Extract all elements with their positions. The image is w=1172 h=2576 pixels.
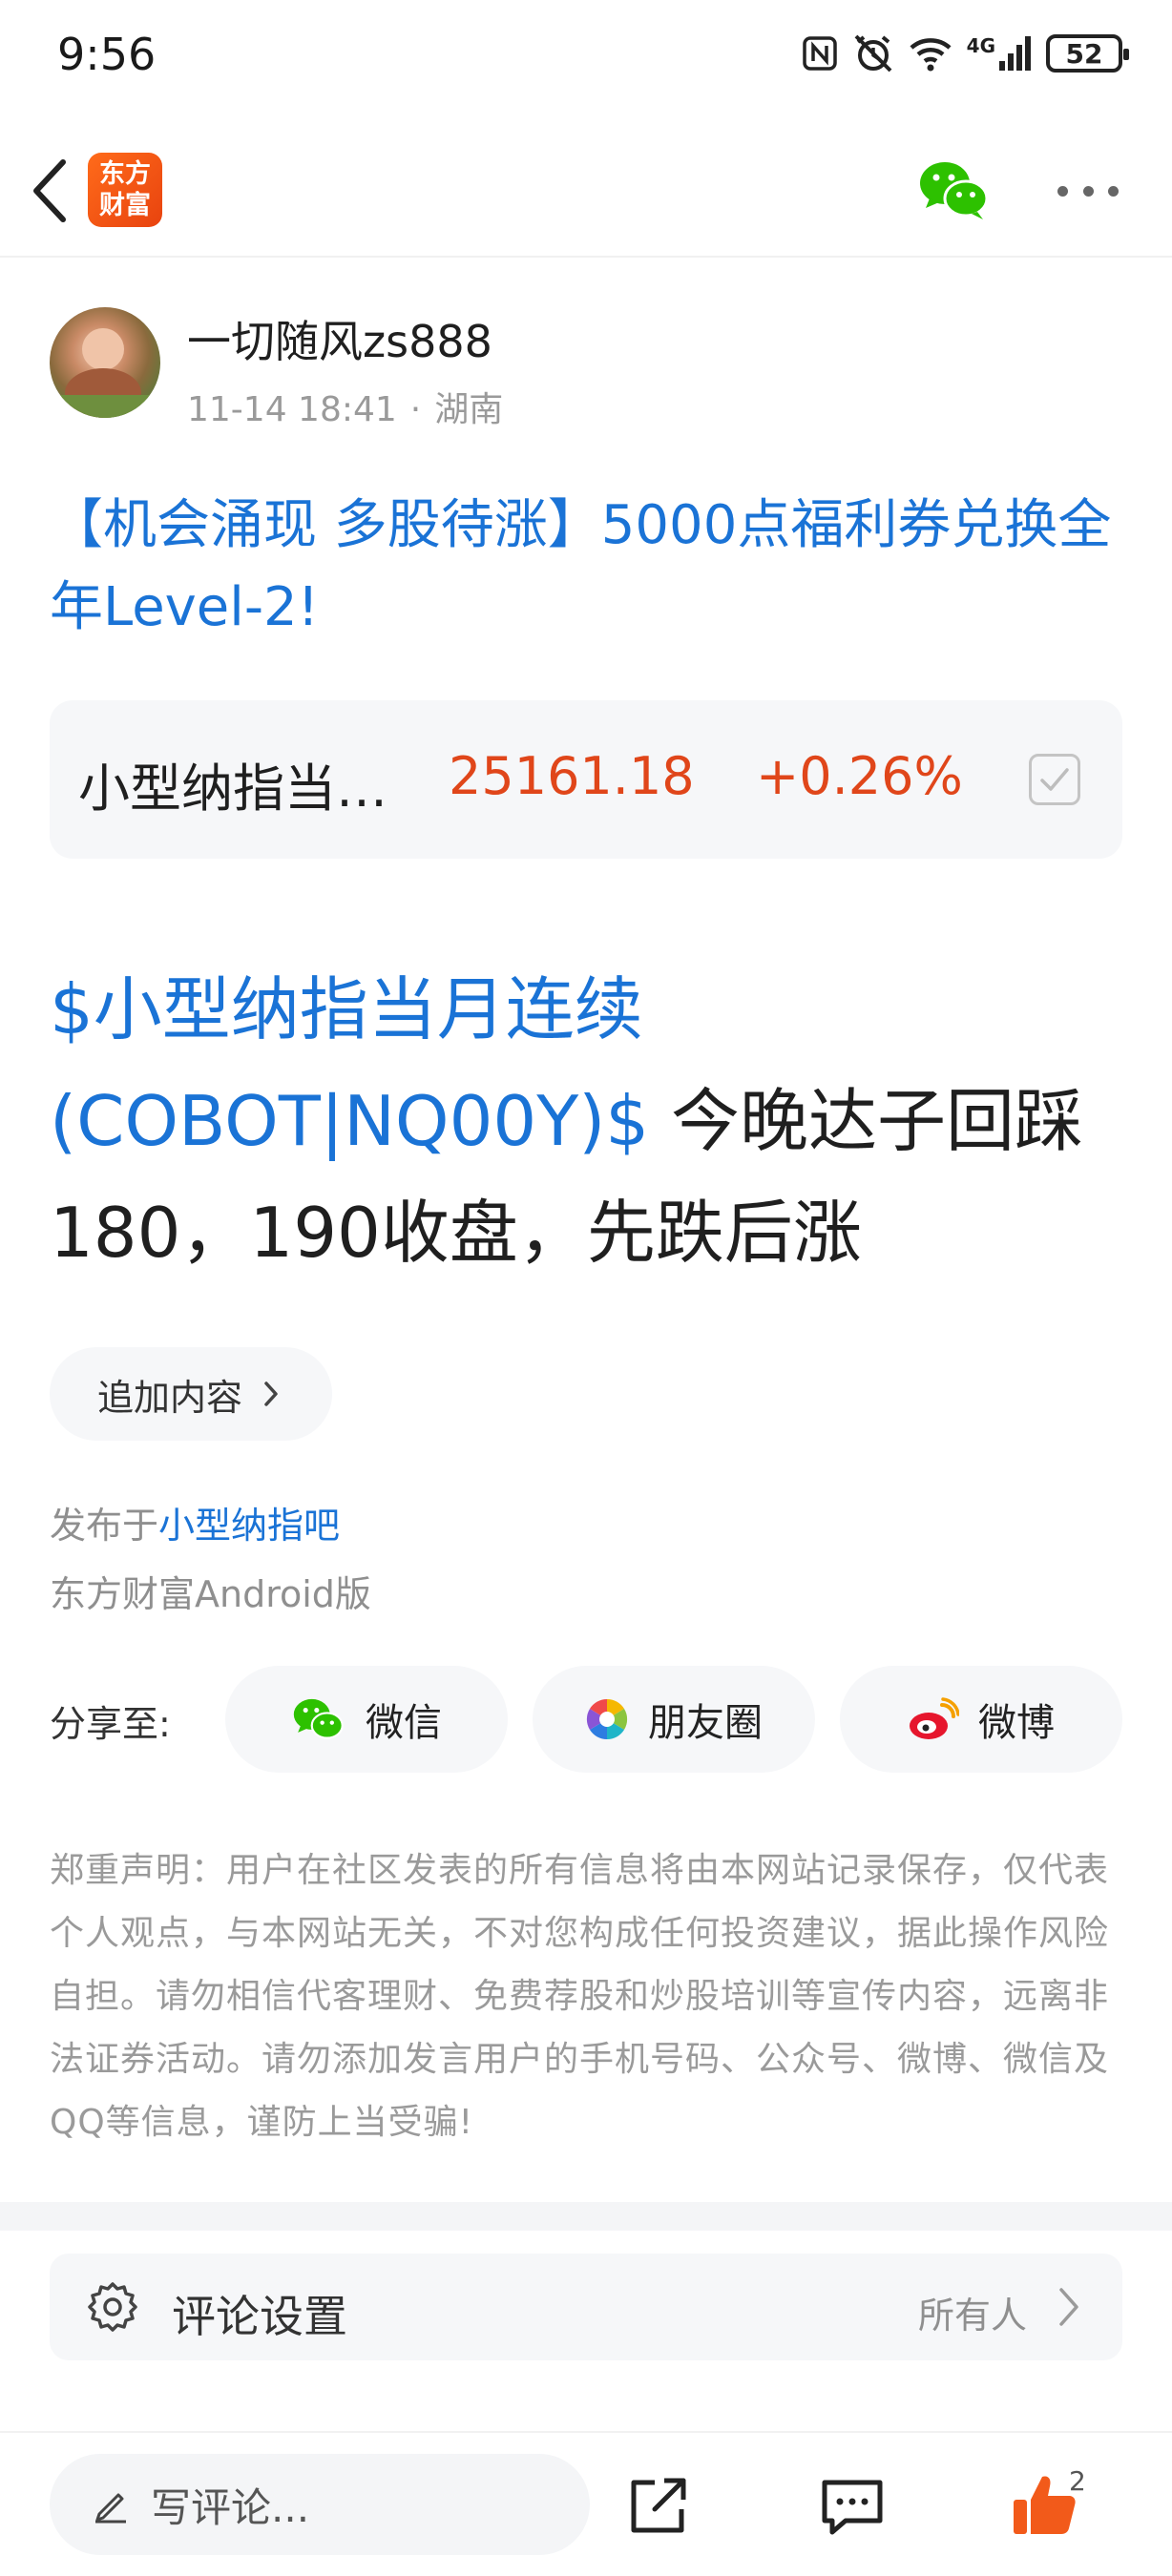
back-button[interactable]: [21, 155, 78, 227]
status-icons: 4G 52: [801, 32, 1129, 74]
status-bar: 9:56 4G 52: [0, 0, 1172, 114]
avatar-image: [50, 328, 160, 418]
share-moments-button[interactable]: 朋友圈: [533, 1666, 815, 1773]
author-name[interactable]: 一切随风zs888: [187, 307, 492, 370]
section-divider: [0, 2202, 1172, 2231]
pencil-icon: [95, 2493, 126, 2524]
stock-name: 小型纳指当…: [78, 758, 387, 819]
chevron-right-icon: [1059, 2288, 1078, 2326]
comment-placeholder: 写评论...: [151, 2483, 310, 2531]
wifi-icon: [910, 38, 952, 72]
stock-tag-link[interactable]: $小型纳指当月连续(COBOT|NQ00Y)$: [50, 969, 649, 1161]
comment-settings-value: 所有人: [917, 2295, 1027, 2337]
post-location: 湖南: [434, 390, 504, 429]
check-icon: [1040, 768, 1069, 791]
chevron-left-icon: [33, 159, 66, 222]
share-label: 分享至:: [50, 1703, 171, 1745]
share-moments-label: 朋友圈: [648, 1701, 763, 1745]
moments-icon: [586, 1698, 628, 1740]
more-dot: [1057, 185, 1068, 197]
add-content-label: 追加内容: [97, 1376, 243, 1419]
gear-icon: [88, 2282, 137, 2332]
more-button[interactable]: [1057, 170, 1119, 212]
comments-button[interactable]: [819, 2475, 886, 2542]
disclaimer: 郑重声明：用户在社区发表的所有信息将由本网站记录保存，仅代表个人观点，与本网站无…: [50, 1851, 1110, 2142]
wechat-icon: [293, 1698, 344, 1739]
more-dot: [1082, 185, 1094, 197]
more-dot: [1108, 185, 1119, 197]
published-in: 发布于小型纳指吧: [50, 1496, 340, 1548]
share-wechat-button[interactable]: 微信: [225, 1666, 508, 1773]
alarm-icon: [854, 34, 892, 73]
comment-input[interactable]: 写评论...: [50, 2454, 590, 2555]
client-version: 东方财富Android版: [50, 1573, 371, 1615]
stock-change: +0.26%: [756, 746, 963, 806]
watchlist-checkbox[interactable]: [1029, 754, 1080, 805]
promo-link[interactable]: 【机会涌现 多股待涨】5000点福利券兑换全年Level-2!: [50, 485, 1128, 649]
top-nav: 东方 财富: [0, 124, 1172, 258]
signal-4g-icon: 4G: [967, 34, 1033, 73]
post-content: $小型纳指当月连续(COBOT|NQ00Y)$ 今晚达子回踩180，190收盘，…: [50, 954, 1128, 1289]
post-meta: 11-14 18:41 · 湖南: [187, 382, 503, 431]
bottom-action-bar: 写评论... 2: [0, 2431, 1172, 2576]
logo-text-2: 财富: [99, 191, 151, 220]
published-prefix: 发布于: [50, 1505, 159, 1547]
wechat-share-button[interactable]: [918, 158, 991, 225]
share-weibo-button[interactable]: 微博: [840, 1666, 1122, 1773]
avatar[interactable]: [50, 307, 160, 418]
app-logo[interactable]: 东方 财富: [88, 153, 162, 227]
share-out-icon: [631, 2478, 686, 2533]
nfc-icon: [802, 36, 837, 71]
share-weibo-label: 微博: [978, 1701, 1055, 1745]
add-content-button[interactable]: 追加内容: [50, 1347, 332, 1441]
status-time: 9:56: [57, 29, 157, 80]
share-wechat-label: 微信: [366, 1701, 442, 1745]
battery-icon: 52: [1046, 34, 1129, 73]
comment-settings-label: 评论设置: [172, 2291, 347, 2342]
weibo-icon: [910, 1697, 959, 1739]
forum-link[interactable]: 小型纳指吧: [158, 1505, 340, 1547]
comment-icon: [822, 2480, 883, 2535]
wechat-icon: [920, 162, 989, 219]
logo-text-1: 东方: [99, 159, 151, 189]
stock-card[interactable]: 小型纳指当… 25161.18 +0.26%: [50, 700, 1122, 859]
stock-price: 25161.18: [449, 746, 695, 806]
battery-level: 52: [1065, 37, 1103, 70]
post-datetime: 11-14 18:41: [187, 390, 397, 429]
meta-separator: ·: [409, 390, 422, 429]
comment-settings-row[interactable]: 评论设置 所有人: [50, 2254, 1122, 2360]
share-button[interactable]: [626, 2475, 689, 2542]
like-count: 2: [1069, 2465, 1086, 2497]
chevron-right-icon: [264, 1381, 278, 1406]
network-type: 4G: [966, 34, 995, 57]
